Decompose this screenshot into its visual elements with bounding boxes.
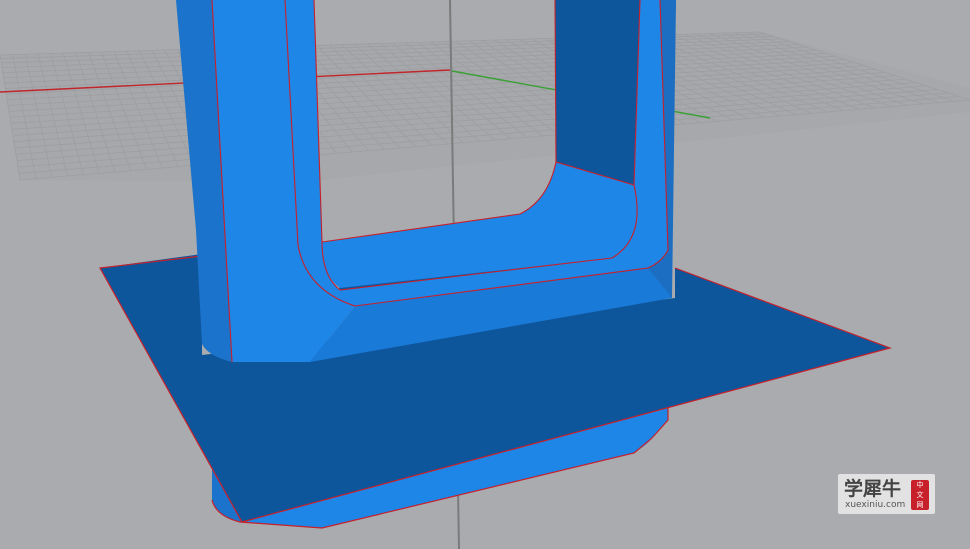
perspective-viewport[interactable]: 学犀牛 xuexiniu.com 中 文 网 [0,0,970,549]
watermark-badge-char: 网 [916,501,924,509]
inner-back-wall [555,0,640,185]
watermark-badge-char: 文 [916,491,924,499]
watermark-logo: 学犀牛 xuexiniu.com 中 文 网 [838,474,935,514]
watermark-domain: xuexiniu.com [845,500,906,510]
viewport-scene[interactable] [0,0,970,549]
watermark-badge: 中 文 网 [911,480,929,510]
watermark-text: 学犀牛 [844,478,902,500]
watermark-badge-char: 中 [916,481,924,489]
grid-plane [0,32,970,182]
